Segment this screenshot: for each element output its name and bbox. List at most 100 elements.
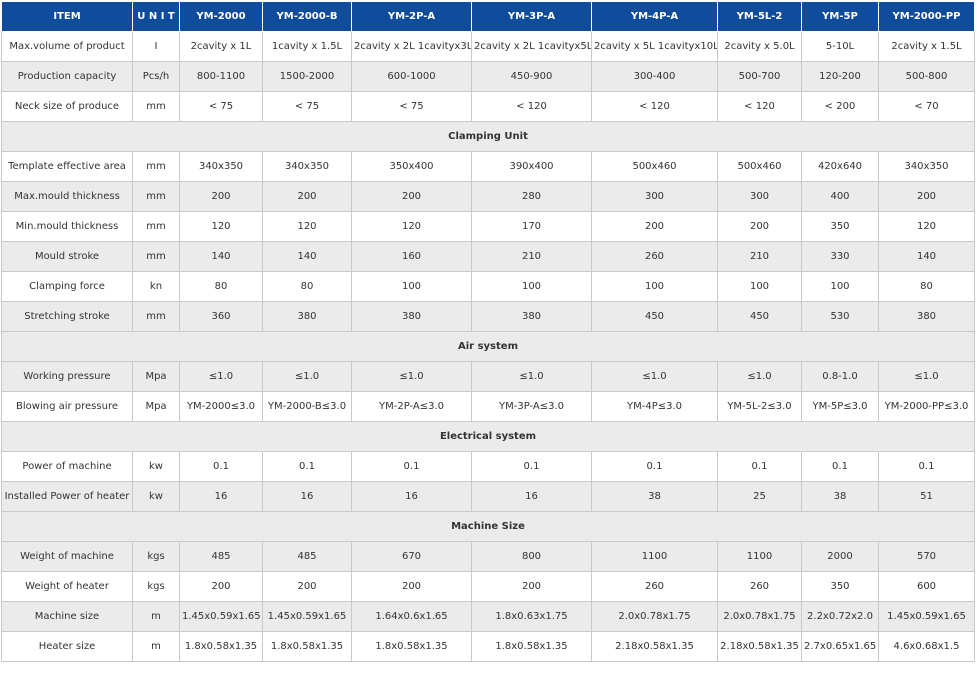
row-label: Working pressure [1,361,133,392]
table-row: Machine size m 1.45x0.59x1.65 1.45x0.59x1.6… [1,601,975,632]
value-cell: 1.45x0.59x1.65 [179,601,263,632]
value-cell: 0.1 [878,451,975,482]
value-cell: 2cavity x 5L 1cavityx10L [591,31,718,62]
value-cell: 25 [717,481,802,512]
unit-cell: Pcs/h [132,61,180,92]
value-cell: 500x460 [717,151,802,182]
value-cell: 120 [179,211,263,242]
value-cell: 340x350 [179,151,263,182]
row-label: Power of machine [1,451,133,482]
value-cell: 38 [801,481,879,512]
value-cell: 0.1 [262,451,352,482]
value-cell: 390x400 [471,151,592,182]
unit-cell: mm [132,241,180,272]
value-cell: 400 [801,181,879,212]
section-title: Electrical system [1,421,975,452]
value-cell: 140 [179,241,263,272]
column-header-model: YM-2P-A [351,1,472,32]
value-cell: ≤1.0 [179,361,263,392]
row-label: Max.mould thickness [1,181,133,212]
value-cell: 200 [351,571,472,602]
value-cell: YM-3P-A≤3.0 [471,391,592,422]
value-cell: 160 [351,241,472,272]
column-header-model: YM-2000-B [262,1,352,32]
value-cell: 300-400 [591,61,718,92]
value-cell: ≤1.0 [878,361,975,392]
value-cell: 450-900 [471,61,592,92]
value-cell: 1100 [591,541,718,572]
column-header-model: YM-3P-A [471,1,592,32]
value-cell: 1100 [717,541,802,572]
value-cell: 120 [262,211,352,242]
unit-cell: I [132,31,180,62]
value-cell: YM-2000≤3.0 [179,391,263,422]
value-cell: 100 [717,271,802,302]
value-cell: 120 [878,211,975,242]
row-label: Blowing air pressure [1,391,133,422]
value-cell: YM-2000-PP≤3.0 [878,391,975,422]
value-cell: 16 [179,481,263,512]
spec-table: ITEM U N I T YM-2000 YM-2000-B YM-2P-A YM-3P-… [1,1,975,662]
value-cell: 100 [471,271,592,302]
value-cell: 260 [591,241,718,272]
table-row: Heater size m 1.8x0.58x1.35 1.8x0.58x1.35 1.… [1,631,975,662]
value-cell: 1.8x0.58x1.35 [262,631,352,662]
value-cell: 140 [262,241,352,272]
value-cell: YM-2000-B≤3.0 [262,391,352,422]
value-cell: 80 [179,271,263,302]
value-cell: 2cavity x 1L [179,31,263,62]
row-label: Neck size of produce [1,91,133,122]
value-cell: 170 [471,211,592,242]
value-cell: 800 [471,541,592,572]
value-cell: 500-800 [878,61,975,92]
value-cell: 51 [878,481,975,512]
unit-cell: Mpa [132,361,180,392]
value-cell: 2.7x0.65x1.65 [801,631,879,662]
value-cell: 4.6x0.68x1.5 [878,631,975,662]
value-cell: 2cavity x 2L 1cavityx5L [471,31,592,62]
value-cell: 100 [801,271,879,302]
table-row: Installed Power of heater kw 16 16 16 16 38 25 3… [1,481,975,512]
value-cell: 1cavity x 1.5L [262,31,352,62]
table-header: ITEM U N I T YM-2000 YM-2000-B YM-2P-A YM-3P-… [1,1,975,32]
value-cell: 140 [878,241,975,272]
value-cell: 16 [351,481,472,512]
row-label: Installed Power of heater [1,481,133,512]
value-cell: 380 [262,301,352,332]
value-cell: < 75 [179,91,263,122]
value-cell: 300 [717,181,802,212]
value-cell: 0.1 [717,451,802,482]
value-cell: 340x350 [878,151,975,182]
value-cell: 200 [717,211,802,242]
section-title: Clamping Unit [1,121,975,152]
value-cell: 570 [878,541,975,572]
table-row: Max.mould thickness mm 200 200 200 280 300 300 4… [1,181,975,212]
value-cell: 670 [351,541,472,572]
value-cell: 2.2x0.72x2.0 [801,601,879,632]
section-header-row: Machine Size [1,511,975,542]
value-cell: 120-200 [801,61,879,92]
value-cell: 16 [262,481,352,512]
unit-cell: kw [132,451,180,482]
table-row: Clamping force kn 80 80 100 100 100 100 100 80 [1,271,975,302]
row-label: Min.mould thickness [1,211,133,242]
value-cell: 800-1100 [179,61,263,92]
column-header-unit: U N I T [132,1,180,32]
value-cell: 600-1000 [351,61,472,92]
value-cell: 200 [878,181,975,212]
row-label: Clamping force [1,271,133,302]
value-cell: 0.1 [179,451,263,482]
value-cell: 120 [351,211,472,242]
value-cell: 280 [471,181,592,212]
value-cell: 500-700 [717,61,802,92]
value-cell: ≤1.0 [717,361,802,392]
value-cell: 420x640 [801,151,879,182]
table-row: Min.mould thickness mm 120 120 120 170 200 200 3… [1,211,975,242]
row-label: Machine size [1,601,133,632]
value-cell: 260 [717,571,802,602]
value-cell: 1.45x0.59x1.65 [878,601,975,632]
value-cell: 300 [591,181,718,212]
row-label: Mould stroke [1,241,133,272]
value-cell: YM-2P-A≤3.0 [351,391,472,422]
value-cell: 485 [179,541,263,572]
